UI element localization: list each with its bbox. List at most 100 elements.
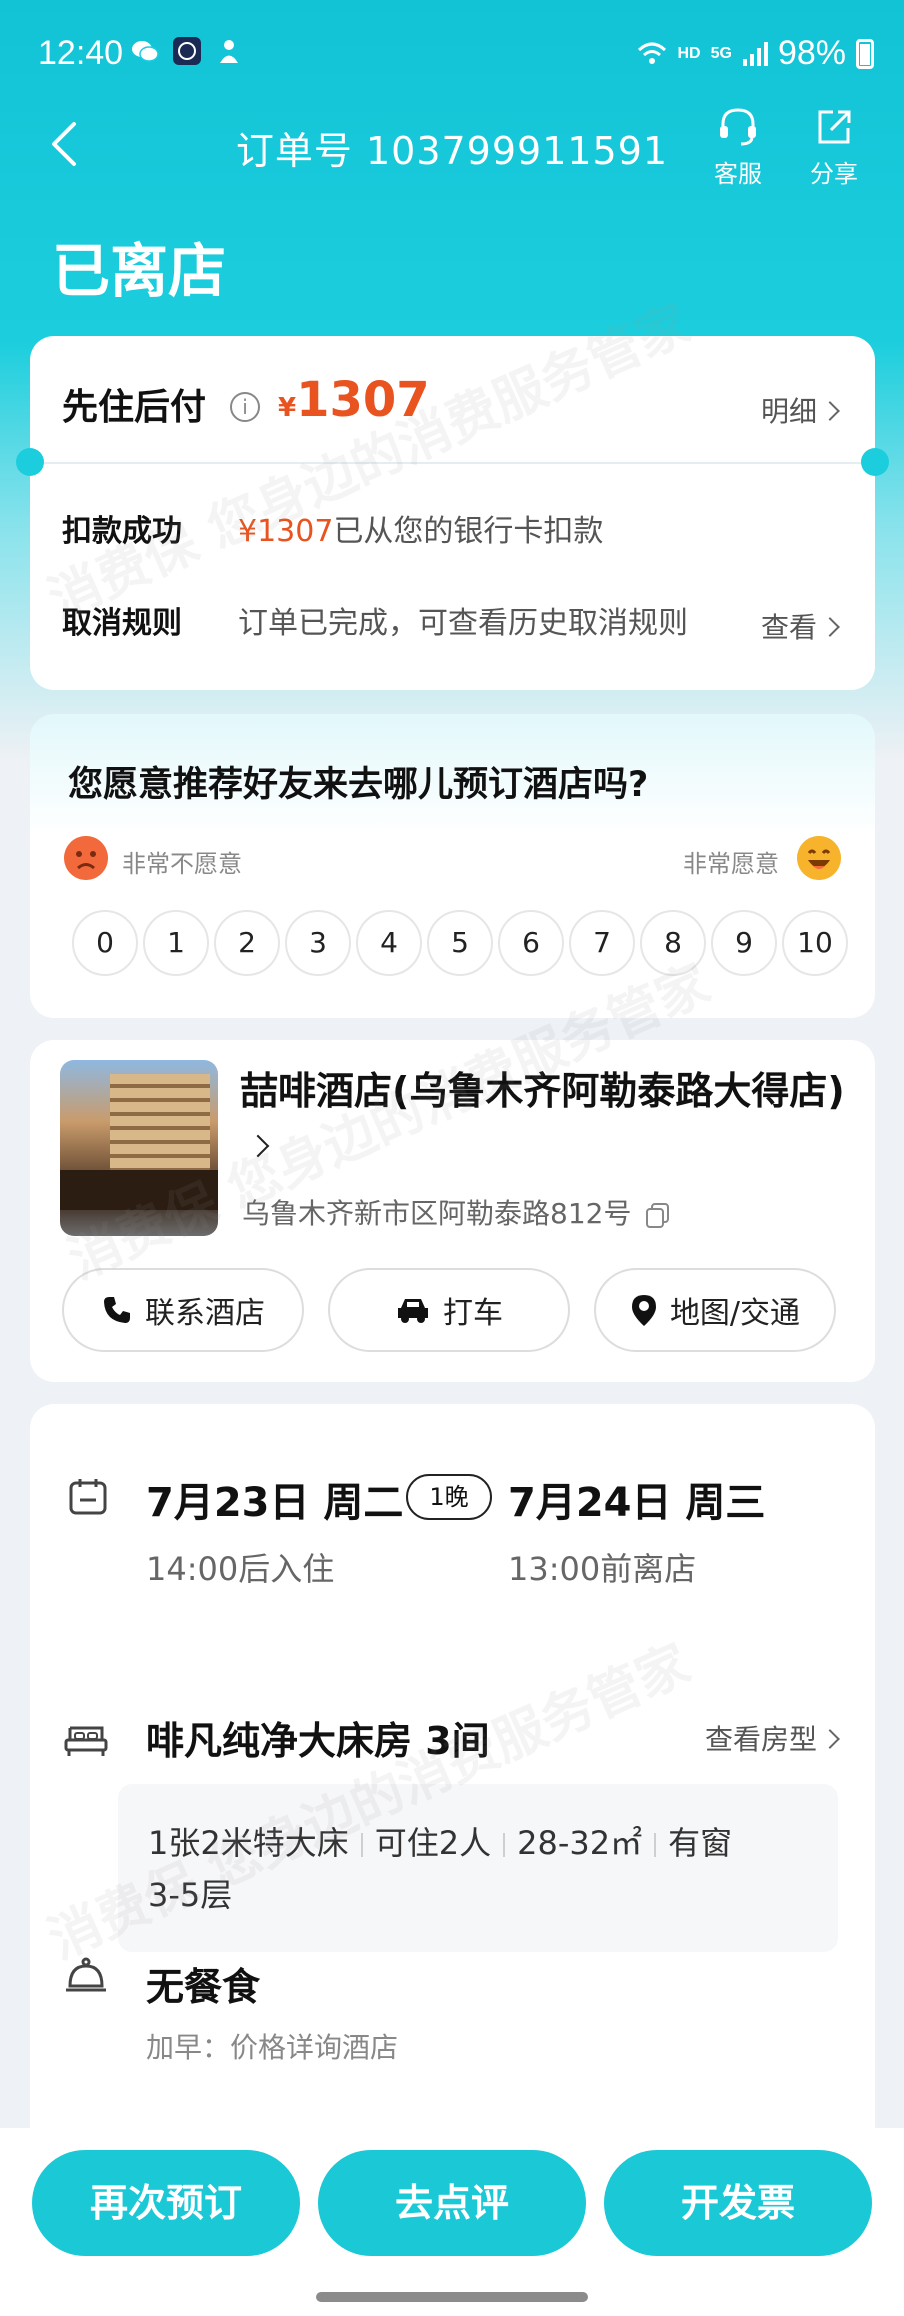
status-time: 12:40: [38, 34, 124, 72]
hotel-address: 乌鲁木齐新市区阿勒泰路812号: [242, 1192, 672, 1232]
rebook-button[interactable]: 再次预订: [32, 2150, 300, 2256]
ticket-notch-left: [16, 448, 44, 476]
contact-hotel-button[interactable]: 联系酒店: [62, 1268, 304, 1352]
score-option-0[interactable]: 0: [72, 910, 138, 976]
hotel-photo-storefront: [60, 1170, 218, 1210]
share-button[interactable]: 分享: [794, 104, 874, 189]
status-right: HD 5G 98%: [637, 34, 874, 73]
app-icon: [173, 37, 201, 65]
network-indicator: 5G: [710, 44, 732, 62]
calendar-icon: [69, 1479, 107, 1515]
happy-face-icon: [797, 836, 841, 880]
survey-high-label: 非常愿意: [683, 850, 779, 878]
dining-bell-icon: [66, 1957, 106, 1992]
contact-hotel-label: 联系酒店: [145, 1296, 265, 1331]
charge-label: 扣款成功: [62, 514, 182, 549]
info-icon[interactable]: i: [230, 392, 260, 422]
chevron-right-icon: [820, 1729, 840, 1749]
battery-percent: 98%: [777, 34, 846, 72]
chevron-right-icon: [820, 617, 840, 637]
wifi-icon: [638, 42, 667, 64]
cancel-rule-label: 取消规则: [62, 606, 182, 641]
score-option-8[interactable]: 8: [640, 910, 706, 976]
nps-scale: 0 1 2 3 4 5 6 7 8 9 10: [72, 910, 848, 976]
score-option-10[interactable]: 10: [782, 910, 848, 976]
currency-symbol: ¥: [278, 393, 297, 423]
payment-card: 先住后付 i ¥1307 明细 扣款成功 ¥1307已从您的银行卡扣款 取消规则…: [16, 336, 889, 690]
bed-icon: [64, 1726, 108, 1756]
hotel-name-link[interactable]: 喆啡酒店(乌鲁木齐阿勒泰路大得店): [240, 1064, 850, 1172]
charge-text: 已从您的银行卡扣款: [333, 514, 604, 549]
checkin-time: 14:00后入住: [146, 1550, 335, 1588]
phone-icon: [104, 1297, 130, 1323]
hotel-address-text: 乌鲁木齐新市区阿勒泰路812号: [242, 1197, 632, 1230]
hotel-photo[interactable]: [60, 1060, 218, 1236]
bottom-action-bar: 再次预订 去点评 开发票: [0, 2128, 904, 2316]
bed-feature: 1张2米特大床: [148, 1824, 349, 1862]
chevron-right-icon: [246, 1134, 270, 1157]
customer-service-button[interactable]: 客服: [698, 104, 778, 189]
view-room-type-link[interactable]: 查看房型: [704, 1718, 840, 1758]
home-indicator[interactable]: [316, 2292, 588, 2302]
invoice-button[interactable]: 开发票: [604, 2150, 872, 2256]
feature-separator: [360, 1833, 363, 1857]
taxi-label: 打车: [443, 1296, 503, 1331]
score-option-4[interactable]: 4: [356, 910, 422, 976]
car-icon: [398, 1299, 428, 1323]
survey-question: 您愿意推荐好友来去哪儿预订酒店吗?: [68, 765, 649, 805]
review-button[interactable]: 去点评: [318, 2150, 586, 2256]
map-pin-icon: [631, 1295, 656, 1326]
order-status-title: 已离店: [52, 237, 227, 305]
view-room-type-label: 查看房型: [704, 1723, 817, 1756]
meal-note: 加早：价格详询酒店: [146, 2031, 399, 2064]
payment-amount: ¥1307: [278, 372, 430, 428]
map-transport-button[interactable]: 地图/交通: [594, 1268, 836, 1352]
checkin-date: 7月23日 周二: [146, 1480, 404, 1526]
score-option-6[interactable]: 6: [498, 910, 564, 976]
nav-bar: 订单号 103799911591 客服 分享: [0, 100, 904, 190]
status-bar: 12:40 HD 5G 98%: [0, 0, 904, 100]
share-label: 分享: [810, 160, 858, 188]
charge-amount: ¥1307: [238, 514, 334, 549]
score-option-2[interactable]: 2: [214, 910, 280, 976]
detail-link-label: 明细: [760, 395, 817, 428]
signal-icon: [742, 41, 768, 66]
room-features: 1张2米特大床 可住2人 28-32㎡ 有窗 3-5层: [118, 1784, 838, 1952]
headset-icon: [720, 108, 756, 146]
copy-icon[interactable]: [644, 1201, 672, 1229]
survey-low-label: 非常不愿意: [122, 850, 242, 878]
payment-title: 先住后付: [62, 387, 207, 428]
meal-title: 无餐食: [146, 1965, 261, 2009]
ticket-notch-right: [861, 448, 889, 476]
feature-separator: [654, 1833, 657, 1857]
taxi-button[interactable]: 打车: [328, 1268, 570, 1352]
person-icon: [220, 40, 238, 63]
score-option-9[interactable]: 9: [711, 910, 777, 976]
battery-icon: [856, 38, 874, 69]
charge-value: ¥1307已从您的银行卡扣款: [238, 506, 603, 550]
hotel-name: 喆啡酒店(乌鲁木齐阿勒泰路大得店): [240, 1069, 845, 1113]
room-features-line: 1张2米特大床 可住2人 28-32㎡ 有窗: [148, 1818, 732, 1864]
view-cancel-rule-link[interactable]: 查看: [760, 606, 840, 646]
divider: [30, 462, 875, 464]
detail-link[interactable]: 明细: [760, 390, 840, 430]
checkout-date: 7月24日 周三: [508, 1480, 766, 1526]
notification-icons: [130, 36, 244, 66]
occupancy-feature: 可住2人: [374, 1824, 492, 1862]
score-option-5[interactable]: 5: [427, 910, 493, 976]
nights-badge: 1晚: [406, 1474, 492, 1520]
nps-survey-card: 您愿意推荐好友来去哪儿预订酒店吗? 非常不愿意 非常愿意 0 1 2 3 4 5…: [30, 714, 875, 1018]
checkout-time: 13:00前离店: [508, 1550, 697, 1588]
feature-separator: [503, 1833, 506, 1857]
score-option-7[interactable]: 7: [569, 910, 635, 976]
share-icon: [818, 110, 851, 144]
score-option-3[interactable]: 3: [285, 910, 351, 976]
stay-details-card: 7月23日 周二 1晚 7月24日 周三 14:00后入住 13:00前离店 啡…: [30, 1404, 875, 2164]
wechat-icon: [132, 41, 159, 62]
view-link-label: 查看: [760, 611, 817, 644]
area-feature: 28-32㎡: [517, 1824, 643, 1862]
unhappy-face-icon: [64, 836, 108, 880]
score-option-1[interactable]: 1: [143, 910, 209, 976]
hotel-card: 喆啡酒店(乌鲁木齐阿勒泰路大得店) 乌鲁木齐新市区阿勒泰路812号 联系酒店 打…: [30, 1040, 875, 1382]
cancel-rule-text: 订单已完成，可查看历史取消规则: [238, 606, 688, 641]
